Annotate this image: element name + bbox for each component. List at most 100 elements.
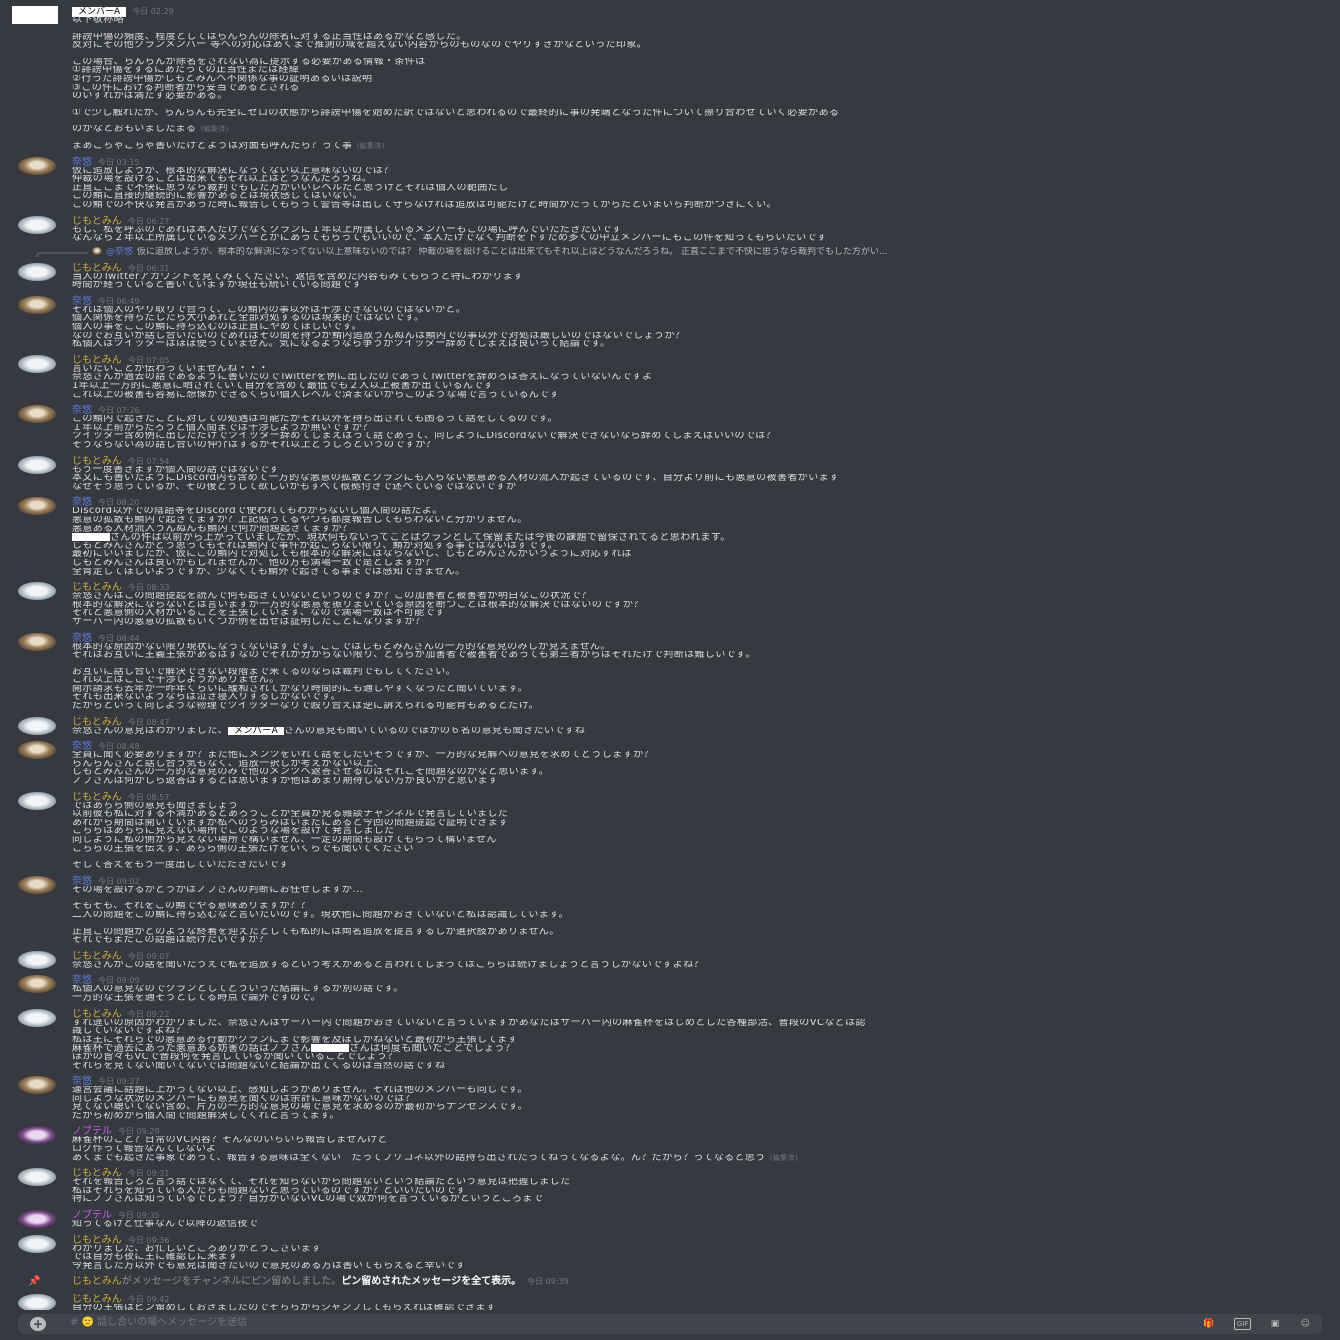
composer-icons: 🎁 GIF ▣ ☺ [1187,1317,1312,1331]
message-timestamp: 今日 07:54 [127,456,170,466]
avatar[interactable] [12,6,58,24]
message-line: 二人の問題をこの鯖に持ち込むなと言いたいのです。現状他に問題がおきていないと私は… [72,910,569,920]
message-timestamp: 今日 09:36 [127,1235,170,1245]
message-line: 誹謗中傷の頻度、程度としてはらんらんの除名に対する正当性はあるかなと感じた。 [72,32,467,42]
chat-message: じもとみん 今日 09:36 わかりました、お忙しいところありがとうございます では自… [0,1234,1340,1271]
avatar[interactable] [18,741,56,760]
avatar[interactable] [18,1234,56,1253]
message-timestamp: 今日 08:44 [98,633,140,643]
avatar[interactable] [18,262,56,281]
avatar[interactable] [18,716,56,735]
avatar[interactable] [18,875,56,894]
message-line: ノブさんは何かしら返答はするとは思いますが他はあまり期待しない方が良いかと思いま… [72,777,499,786]
avatar[interactable] [18,975,56,994]
message-header: 奈悠 今日 06:49 [72,296,1300,306]
mention-member-a[interactable]: メンバーA [228,726,285,736]
message-timestamp: 今日 09:35 [118,1211,160,1221]
message-line: 時間が経っていると書いていますが現在も続いている問題です [72,281,363,290]
avatar[interactable] [18,950,56,969]
message-line: 知ってるけど仕事なんで以降の返信夜で [72,1220,259,1229]
chat-message: 奈悠 今日 09:02 その場を設けるかどうかはノブさんの判断にお任せしますが...… [0,875,1340,945]
chat-message: じもとみん 今日 08:33 奈悠さんはこの問題提起を読んで何も起きていないというの… [0,582,1340,626]
message-line: 運営会議に話題に上がってない以上、感知しようがありません。それは他のメンバーも同… [72,1086,528,1095]
gift-icon[interactable]: 🎁 [1201,1317,1216,1331]
avatar[interactable] [18,791,56,810]
message-timestamp: 今日 07:05 [127,355,170,365]
reply-avatar [92,247,102,256]
message-header: じもとみん 今日 06:27 [72,216,1300,226]
chat-message: ノブテル 今日 09:35 知ってるけど仕事なんで以降の返信夜で [0,1210,1340,1229]
gif-button[interactable]: GIF [1233,1318,1252,1330]
avatar[interactable] [18,497,56,516]
avatar[interactable] [18,455,56,474]
message-line: わかりました、お忙しいところありがとうございます [72,1244,322,1254]
edited-marker: (編集済) [769,1153,799,1162]
message-line: ツイッター含め例に出しただけでツイッター辞めてしまえばって話であって、同じように… [72,432,777,441]
message-timestamp: 今日 09:07 [127,951,170,961]
composer-placeholder[interactable]: # 🙂 話し合いの場へメッセージを送信 [70,1318,247,1328]
message-line: 1年以上一方的に悪意に晒されていて自分を含めて最低でも２人以上被害が出ているんで… [72,382,494,391]
message-line: 自分の主張はピン留めしておきましたのでそちらからジャンプしてもらえれば確認できま… [72,1304,497,1310]
message-line: 全員に聞く必要ありますか？また他にメンツをいれて話をしたいそうですが、一方的な見… [72,751,654,760]
message-line: それも出来ないようならば泣き寝入りするしかないです。 [72,693,341,703]
avatar[interactable] [18,1294,56,1310]
message-header: じもとみん 今日 09:22 [72,1009,1300,1019]
reply-preview[interactable]: @奈悠 仮に追放しようが、根本的な解決になってない以上意味ないのでは？ 仲裁の場を… [0,247,1340,257]
avatar[interactable] [18,1076,56,1095]
chat-message: じもとみん 今日 08:47 奈悠さんの意見はわかりました、 メンバーA さんの意見も聞… [0,716,1340,736]
message-line: ①誹謗中傷をするにあたっての正当性または経緯 [72,66,300,75]
chat-message: メンバーA 今日 02:29 以下敬称略 誹謗中傷の頻度、程度としてはらんらんの除名に… [0,6,1340,151]
message-list[interactable]: メンバーA 今日 02:29 以下敬称略 誹謗中傷の頻度、程度としてはらんらんの除名に… [0,0,1340,1310]
message-timestamp: 今日 07:26 [98,406,140,416]
message-line: そもそも、それをこの鯖でやる意味ありますか？？ [72,902,311,911]
message-line: 見てない聴いてない含め、片方の一方的な意見の場で意見を求めるのが最初からナンセン… [72,1103,529,1112]
message-header: 奈悠 今日 08:44 [72,633,1300,643]
message-line: 全肯定してほしいようですが、少なくても鯖外で起きてる事までは感知できません。 [72,567,466,577]
message-line: この鯖内で起きたことに対しての処遇は可能だがそれ以外を持ち出されても困るって話を… [72,415,558,424]
message-header: 奈悠 今日 08:20 [72,497,1300,508]
message-line: 開示請求も去年か一昨年くらいに緩和されてかなり時間的にも通しやすくなったと聞いて… [72,684,528,694]
avatar[interactable] [18,1008,56,1027]
message-line: サーバー内の悪意の拡散もいくつか例を出せば証明したことになりますか？ [72,617,426,627]
message-line: 悪意の拡散も鯖内で起きてますか？上記貼ってるやつも都度報告してもらわないと分かり… [72,515,528,525]
message-line: すれ違いの原因がわかりました、奈悠さんはサーバー内で問題がおきていないと言ってい… [72,1018,866,1028]
message-line: 私は主にそれらでの悪意ある行動がクランにまで影響を及ぼしかねないと最初から主張し… [72,1035,518,1045]
message-line: その場を設けるかどうかはノブさんの判断にお任せしますが... [72,885,364,895]
avatar[interactable] [18,582,56,601]
message-timestamp: 今日 08:47 [127,717,170,727]
avatar[interactable] [18,632,56,651]
message-line: これ以上はここで干渉しようがありません。 [72,676,280,685]
message-line: なのでお互いが話し合いたいのであればその間を持つが鯖内追放うんぬんは鯖内での事以… [72,331,686,341]
edited-marker: (編集済) [200,125,229,134]
message-timestamp: 今日 08:57 [127,792,170,802]
avatar[interactable] [18,1168,56,1187]
avatar[interactable] [18,1210,56,1229]
attach-plus-icon[interactable]: + [30,1317,46,1331]
message-composer[interactable]: + # 🙂 話し合いの場へメッセージを送信 🎁 GIF ▣ ☺ [18,1314,1322,1334]
avatar[interactable] [18,295,56,314]
avatar[interactable] [18,354,56,373]
message-line: お互いに話し合いで解決できない段階まで来てるのならば裁判でもしてください。 [72,667,456,677]
avatar[interactable] [18,156,56,175]
message-header: ノブテル 今日 09:29 [72,1126,1300,1137]
reply-author[interactable]: @奈悠 [106,247,133,257]
avatar[interactable] [18,1126,56,1145]
avatar[interactable] [18,405,56,424]
message-header: 奈悠 今日 08:48 [72,741,1300,752]
message-header: じもとみん 今日 09:42 [72,1294,1300,1305]
redaction-box [72,533,110,542]
message-header: 奈悠 今日 07:26 [72,405,1300,416]
message-line: 以前彼も私に対する不満があるとあろうことか全員が見る雑談チャンネルで発言していま… [72,810,509,819]
message-line: ほかの皆々もVCで普段何を発言しているか聞いていることでしょう？ [72,1052,398,1062]
view-pins-link[interactable]: ピン留めされたメッセージを全て表示。 [341,1276,521,1287]
chat-message: 奈悠 今日 07:26 この鯖内で起きたことに対しての処遇は可能だがそれ以外を持ち出… [0,405,1340,449]
system-author[interactable]: じもとみん [72,1276,122,1287]
message-header: じもとみん 今日 09:07 [72,951,1300,961]
emoji-icon[interactable]: ☺ [1299,1317,1312,1331]
avatar[interactable] [18,215,56,234]
message-line: ログ作って報告なんてしないよ [72,1145,217,1154]
sticker-icon[interactable]: ▣ [1269,1317,1282,1331]
